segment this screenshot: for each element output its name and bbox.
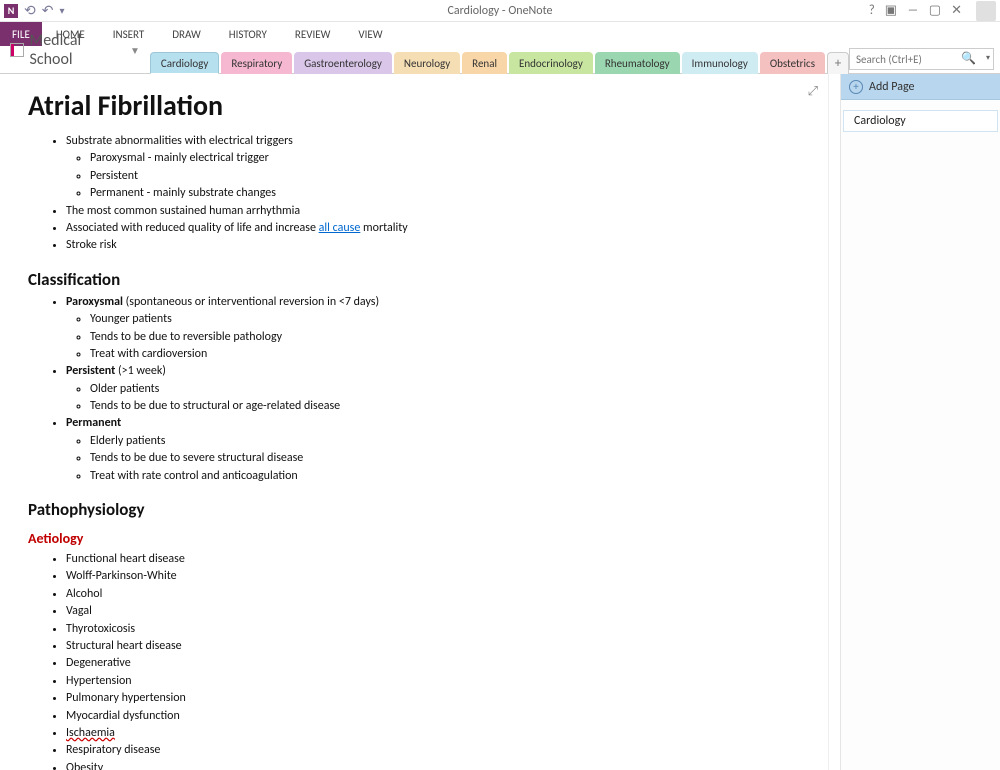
section-tab-rheumatology[interactable]: Rheumatology [595, 52, 680, 74]
list-item[interactable]: Permanent Elderly patients Tends to be d… [66, 415, 800, 485]
notebook-icon [10, 43, 24, 57]
list-item[interactable]: Elderly patients [90, 433, 800, 450]
ribbon-display-icon[interactable]: ▣ [885, 3, 897, 18]
section-tab-immunology[interactable]: Immunology [682, 52, 758, 74]
list-item[interactable]: Respiratory disease [66, 742, 800, 759]
notebook-selector[interactable]: Medical School ▼ [8, 31, 150, 73]
note-canvas[interactable]: ⤢ Atrial Fibrillation Substrate abnormal… [0, 74, 828, 770]
list-item[interactable]: Paroxysmal - mainly electrical trigger [90, 150, 800, 167]
expand-page-icon[interactable]: ⤢ [808, 84, 818, 99]
close-icon[interactable]: ✕ [951, 3, 962, 18]
list-item[interactable]: Tends to be due to structural or age-rel… [90, 398, 800, 415]
aetiology-list: Functional heart disease Wolff-Parkinson… [28, 551, 800, 770]
heading-pathophysiology[interactable]: Pathophysiology [28, 499, 800, 520]
list-item[interactable]: Paroxysmal (spontaneous or interventiona… [66, 294, 800, 364]
list-item[interactable]: Hypertension [66, 673, 800, 690]
classification-list: Paroxysmal (spontaneous or interventiona… [28, 294, 800, 485]
ribbon-tab-history[interactable]: HISTORY [215, 22, 281, 46]
plus-icon: + [849, 80, 863, 94]
ribbon-tab-review[interactable]: REVIEW [281, 22, 345, 46]
section-tab-endocrinology[interactable]: Endocrinology [509, 52, 593, 74]
list-item[interactable]: Vagal [66, 603, 800, 620]
maximize-icon[interactable]: ▢ [929, 3, 941, 18]
add-section-button[interactable]: + [827, 52, 849, 74]
list-item[interactable]: Persistent [90, 168, 800, 185]
heading-classification[interactable]: Classification [28, 269, 800, 290]
list-item[interactable]: The most common sustained human arrhythm… [66, 203, 800, 220]
list-item[interactable]: Wolff-Parkinson-White [66, 568, 800, 585]
section-tab-gastroenterology[interactable]: Gastroenterology [294, 52, 392, 74]
hyperlink[interactable]: all cause [319, 221, 361, 235]
list-item[interactable]: Younger patients [90, 311, 800, 328]
subheading-aetiology[interactable]: Aetiology [28, 530, 800, 547]
search-input[interactable] [849, 48, 994, 70]
qat-customize-icon[interactable]: ▾ [59, 4, 64, 17]
section-tab-respiratory[interactable]: Respiratory [221, 52, 292, 74]
list-item[interactable]: Treat with cardioversion [90, 346, 800, 363]
window-title: Cardiology - OneNote [0, 4, 1000, 18]
page-list: Cardiology [841, 100, 1000, 132]
list-item[interactable]: Tends to be due to reversible pathology [90, 329, 800, 346]
list-item[interactable]: Functional heart disease [66, 551, 800, 568]
list-item[interactable]: Older patients [90, 381, 800, 398]
list-item[interactable]: Stroke risk [66, 237, 800, 254]
list-item[interactable]: Structural heart disease [66, 638, 800, 655]
page-title[interactable]: Atrial Fibrillation [28, 88, 800, 123]
ribbon-tab-draw[interactable]: DRAW [158, 22, 214, 46]
section-tab-cardiology[interactable]: Cardiology [150, 52, 219, 74]
spelling-error[interactable]: Ischaemia [66, 726, 115, 740]
chevron-down-icon: ▼ [130, 44, 140, 57]
list-item[interactable]: Degenerative [66, 655, 800, 672]
onenote-app-icon: N [4, 4, 18, 18]
section-tab-renal[interactable]: Renal [462, 52, 507, 74]
list-item[interactable]: Treat with rate control and anticoagulat… [90, 468, 800, 485]
list-item[interactable]: Thyrotoxicosis [66, 621, 800, 638]
list-item[interactable]: Ischaemia [66, 725, 800, 742]
user-avatar[interactable] [976, 1, 996, 21]
section-tab-obstetrics[interactable]: Obstetrics [760, 52, 825, 74]
help-icon[interactable]: ? [869, 3, 875, 18]
list-item[interactable]: Tends to be due to severe structural dis… [90, 450, 800, 467]
minimize-icon[interactable]: ― [907, 3, 919, 18]
add-page-label: Add Page [869, 80, 914, 94]
page-list-item[interactable]: Cardiology [843, 110, 998, 132]
intro-list: Substrate abnormalities with electrical … [28, 133, 800, 255]
list-item[interactable]: Persistent (>1 week) Older patients Tend… [66, 363, 800, 415]
list-item[interactable]: Obesity [66, 760, 800, 770]
back-icon[interactable]: ⟲ [24, 2, 36, 19]
undo-icon[interactable]: ↶ [42, 2, 54, 19]
list-item[interactable]: Myocardial dysfunction [66, 708, 800, 725]
section-tab-neurology[interactable]: Neurology [394, 52, 460, 74]
notebook-name: Medical School [30, 31, 124, 69]
list-item[interactable]: Permanent - mainly substrate changes [90, 185, 800, 202]
page-scrollbar[interactable] [828, 74, 840, 770]
add-page-button[interactable]: + Add Page [841, 74, 1000, 100]
list-item[interactable]: Alcohol [66, 586, 800, 603]
list-item[interactable]: Associated with reduced quality of life … [66, 220, 800, 237]
search-scope-dropdown[interactable]: ▾ [986, 53, 990, 63]
ribbon-tab-view[interactable]: VIEW [344, 22, 396, 46]
list-item[interactable]: Pulmonary hypertension [66, 690, 800, 707]
list-item[interactable]: Substrate abnormalities with electrical … [66, 133, 800, 203]
